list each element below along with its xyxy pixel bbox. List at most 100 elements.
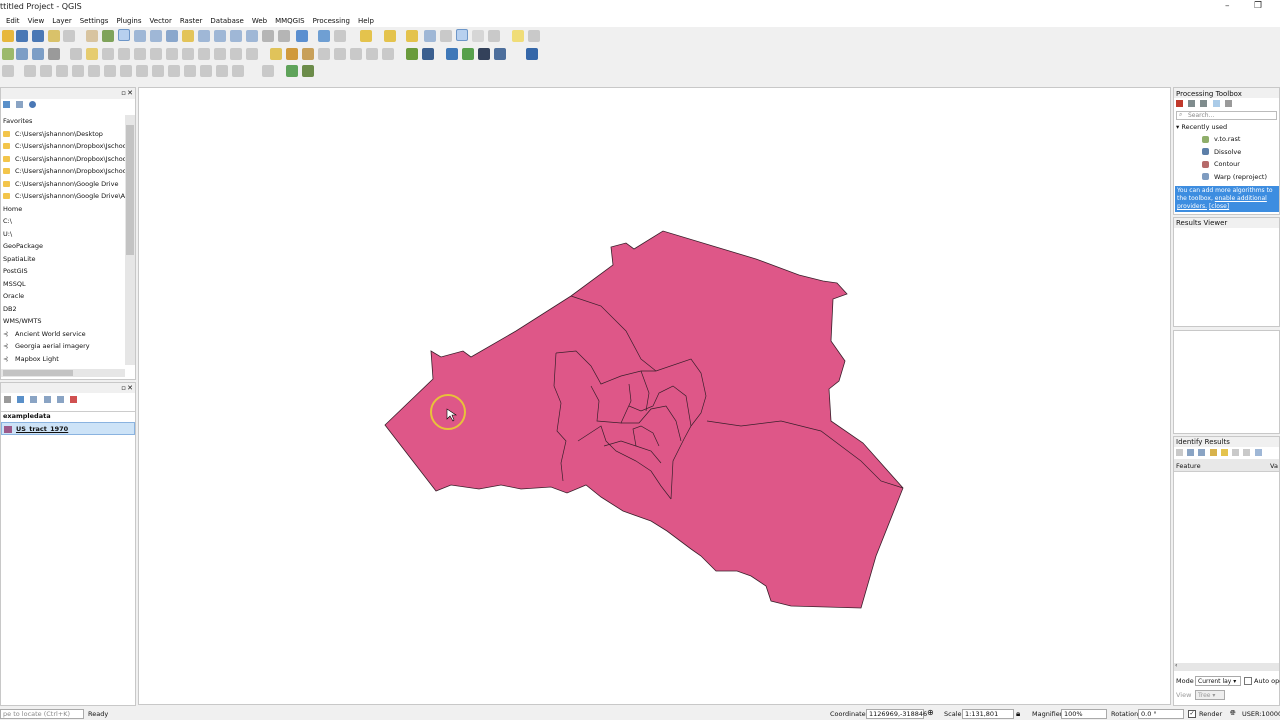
browser-item[interactable]: U:\ [1, 228, 125, 241]
select-by-value-icon[interactable] [384, 30, 396, 42]
browser-item[interactable]: C:\Users\jshannon\Google Drive [1, 178, 125, 191]
identify-icon[interactable] [318, 30, 330, 42]
float-icon[interactable]: ▫ [121, 88, 126, 98]
algorithm-item[interactable]: Dissolve [1174, 146, 1279, 159]
browser-item[interactable]: C:\ [1, 215, 125, 228]
close-notice-link[interactable]: [close] [1209, 203, 1229, 210]
toggle-extents-icon[interactable]: ⊕ [927, 708, 934, 717]
menu-layer[interactable]: Layer [48, 15, 76, 27]
browser-item[interactable]: SpatiaLite [1, 253, 125, 266]
menu-settings[interactable]: Settings [76, 15, 113, 27]
menu-plugins[interactable]: Plugins [112, 15, 145, 27]
processing-toolbox-icon[interactable] [456, 29, 468, 41]
redo-icon[interactable] [246, 48, 258, 60]
render-checkbox[interactable]: ✓ [1188, 710, 1196, 718]
menu-processing[interactable]: Processing [309, 15, 354, 27]
simplify-icon[interactable] [56, 65, 68, 77]
browser-item[interactable]: C:\Users\jshannon\Desktop [1, 128, 125, 141]
collapse-icon[interactable] [1187, 449, 1195, 456]
column-value[interactable]: Va [1270, 462, 1278, 470]
offset-curve-icon[interactable] [168, 65, 180, 77]
browser-item[interactable]: ⊰ Ancient World service [1, 328, 125, 341]
delete-ring-icon[interactable] [120, 65, 132, 77]
add-wfs-icon[interactable] [48, 48, 60, 60]
zoom-last-icon[interactable] [230, 30, 242, 42]
maximize-button[interactable]: ❐ [1254, 1, 1262, 11]
label-tool-icon[interactable] [270, 48, 282, 60]
move-feature-icon[interactable] [24, 65, 36, 77]
merge-features-icon[interactable] [216, 65, 228, 77]
current-edits-icon[interactable] [70, 48, 82, 60]
zoom-selection-icon[interactable] [182, 30, 194, 42]
menu-vector[interactable]: Vector [146, 15, 176, 27]
close-icon[interactable]: ✕ [127, 88, 133, 98]
save-as-icon[interactable] [32, 30, 44, 42]
georeferencer-icon[interactable] [406, 48, 418, 60]
float-icon[interactable]: ▫ [121, 383, 126, 393]
refresh-icon[interactable] [296, 30, 308, 42]
map-tips-icon[interactable] [512, 30, 524, 42]
recently-used-group[interactable]: ▾ Recently used [1174, 121, 1279, 133]
column-feature[interactable]: Feature [1176, 462, 1201, 470]
browser-item[interactable]: C:\Users\jshannon\Dropbox\Jschool\ [1, 165, 125, 178]
diagram-icon[interactable] [382, 48, 394, 60]
add-group-icon[interactable] [17, 396, 25, 403]
toggle-editing-icon[interactable] [86, 48, 98, 60]
zoom-in-icon[interactable] [118, 29, 130, 41]
save-edits-icon[interactable] [102, 48, 114, 60]
field-calculator-icon[interactable] [440, 30, 452, 42]
browser-item[interactable]: Home [1, 203, 125, 216]
delete-selected-icon[interactable] [166, 48, 178, 60]
pin-labels-icon[interactable] [286, 48, 298, 60]
add-raster-icon[interactable] [16, 48, 28, 60]
globe-icon[interactable] [462, 48, 474, 60]
collapse-all-icon[interactable] [56, 396, 64, 403]
split-parts-icon[interactable] [200, 65, 212, 77]
move-label-icon[interactable] [318, 48, 330, 60]
crs-globe-icon[interactable]: 🌐︎ [1230, 709, 1236, 718]
change-label-icon[interactable] [350, 48, 362, 60]
bookmark-icon[interactable] [278, 30, 290, 42]
close-icon[interactable]: ✕ [127, 383, 133, 393]
algorithm-item[interactable]: Contour [1174, 158, 1279, 171]
deselect-icon[interactable] [406, 30, 418, 42]
select-features-icon[interactable] [360, 30, 372, 42]
browser-item[interactable]: GeoPackage [1, 240, 125, 253]
cut-features-icon[interactable] [182, 48, 194, 60]
browser-item[interactable]: C:\Users\jshannon\Dropbox\Jschool\ [1, 153, 125, 166]
browser-item[interactable]: ⊰ Georgia aerial imagery [1, 340, 125, 353]
layer-item-us-tract[interactable]: US_tract_1970 [1, 422, 135, 435]
open-project-icon[interactable] [2, 30, 14, 42]
models-icon[interactable] [1176, 100, 1183, 107]
osm-plugin-icon[interactable] [422, 48, 434, 60]
history-icon[interactable] [1200, 100, 1208, 107]
add-feature-icon[interactable] [118, 48, 130, 60]
browser-item[interactable]: WMS/WMTS [1, 315, 125, 328]
run-action-icon[interactable] [334, 30, 346, 42]
minimize-button[interactable]: – [1225, 1, 1230, 11]
snapping-icon[interactable] [262, 65, 274, 77]
add-layer-icon[interactable] [2, 48, 14, 60]
zoom-rubberband-icon[interactable] [150, 30, 162, 42]
capture-coordinate-icon[interactable] [302, 65, 314, 77]
zoom-full-icon[interactable] [166, 30, 178, 42]
undo-icon[interactable] [230, 48, 242, 60]
copy-features-icon[interactable] [198, 48, 210, 60]
vertex-tool-icon[interactable] [134, 48, 146, 60]
copy-icon[interactable] [1232, 449, 1240, 456]
split-features-icon[interactable] [184, 65, 196, 77]
modify-attributes-icon[interactable] [150, 48, 162, 60]
browser-item[interactable]: C:\Users\jshannon\Google Drive\Aca [1, 190, 125, 203]
browser-vscrollbar[interactable] [125, 115, 135, 365]
layout-manager-icon[interactable] [63, 30, 75, 42]
remove-layer-icon[interactable] [70, 396, 78, 403]
browser-item[interactable]: C:\Users\jshannon\Dropbox\Jschool [1, 140, 125, 153]
layer-group-exampledata[interactable]: exampledata [1, 410, 135, 423]
map-canvas[interactable] [138, 87, 1171, 705]
grass-icon[interactable] [478, 48, 490, 60]
scripts-icon[interactable] [1188, 100, 1196, 107]
menu-database[interactable]: Database [206, 15, 247, 27]
save-project-icon[interactable] [16, 30, 28, 42]
identify-hscrollbar[interactable]: ‹ [1174, 662, 1279, 671]
georef-add-icon[interactable] [286, 65, 298, 77]
